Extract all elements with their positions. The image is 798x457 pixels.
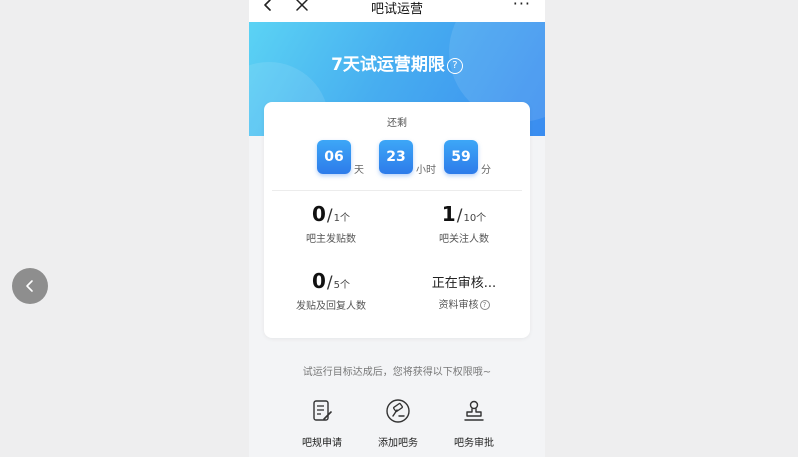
divider [272,190,522,191]
page-title: 吧试运营 [370,2,423,17]
stat-label: 发贴及回复人数 [296,301,366,312]
stat-total: 10个 [463,213,487,224]
permission-rules-application[interactable]: 吧规申请 [292,398,352,449]
stat-owner-posts: 0/1个 吧主发贴数 [281,202,381,245]
permissions-hint: 试运行目标达成后，您将获得以下权限哦~ [302,367,492,378]
stat-label: 资料审核 [438,300,479,311]
navigation-bar: 吧试运营 ··· [249,0,545,22]
stat-total: 1个 [333,213,351,224]
review-status: 正在审核... [431,276,497,291]
stat-total: 5个 [333,280,351,291]
permission-label: 吧务审批 [454,438,494,449]
permission-label: 吧规申请 [302,438,342,449]
trial-period-title-text: 7天试运营期限 [331,55,445,75]
hours-unit: 小时 [416,165,436,176]
permission-add-moderator[interactable]: 添加吧务 [368,398,428,449]
countdown-hours: 23 [379,140,413,174]
countdown-days: 06 [317,140,351,174]
trial-period-title: 7天试运营期限? [249,50,545,75]
stat-label: 吧关注人数 [439,234,489,245]
progress-card: 还剩 06 天 23 小时 59 分 0/1个 吧主发贴数 1/10个 吧关注人… [264,102,530,338]
stat-info-review: 正在审核... 资料审核? [414,272,514,311]
mobile-screen: 吧试运营 ··· 7天试运营期限? 还剩 06 天 23 小时 59 分 0/1… [249,0,545,457]
stamp-icon [464,400,484,421]
more-options-button[interactable]: ··· [513,0,531,13]
help-icon[interactable]: ? [479,300,490,310]
permission-label: 添加吧务 [378,438,418,449]
stat-value: 0 [311,269,326,293]
days-unit: 天 [354,165,364,176]
permission-moderator-approval[interactable]: 吧务审批 [444,398,504,449]
stat-label-wrap: 资料审核? [414,296,514,311]
chevron-left-icon [26,280,33,292]
stat-label: 吧主发贴数 [306,234,356,245]
help-icon[interactable]: ? [446,57,463,74]
minutes-unit: 分 [481,165,491,176]
stat-value: 0 [311,202,326,226]
gavel-icon [386,399,410,423]
stat-posters-repliers: 0/5个 发贴及回复人数 [281,269,381,312]
stat-followers: 1/10个 吧关注人数 [414,202,514,245]
remaining-label: 还剩 [387,118,407,129]
stat-value: 1 [441,202,456,226]
document-edit-icon [313,400,332,421]
countdown-minutes: 59 [444,140,478,174]
floating-back-button[interactable] [12,268,48,304]
